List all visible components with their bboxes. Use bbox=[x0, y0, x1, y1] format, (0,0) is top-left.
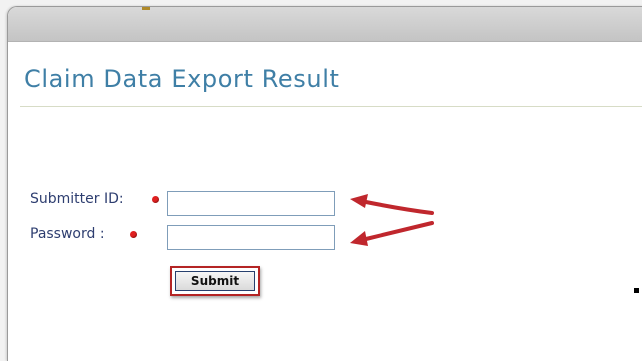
edge-marker bbox=[634, 288, 639, 293]
annotation-arrow-icon bbox=[350, 194, 434, 215]
title-divider bbox=[20, 106, 642, 107]
required-marker-icon bbox=[130, 231, 137, 238]
window-titlebar bbox=[8, 7, 642, 42]
submitter-id-input[interactable] bbox=[167, 191, 335, 216]
submit-button[interactable]: Submit bbox=[175, 271, 255, 291]
browser-window: Claim Data Export Result Submitter ID: P… bbox=[7, 6, 642, 361]
password-label: Password : bbox=[30, 226, 105, 242]
required-marker-icon bbox=[152, 196, 159, 203]
password-input[interactable] bbox=[167, 225, 335, 250]
submitter-id-label: Submitter ID: bbox=[30, 191, 124, 207]
annotation-arrow-icon bbox=[350, 221, 434, 246]
titlebar-marker bbox=[142, 7, 150, 10]
submit-highlight-frame: Submit bbox=[170, 266, 260, 296]
page-title: Claim Data Export Result bbox=[24, 65, 340, 93]
